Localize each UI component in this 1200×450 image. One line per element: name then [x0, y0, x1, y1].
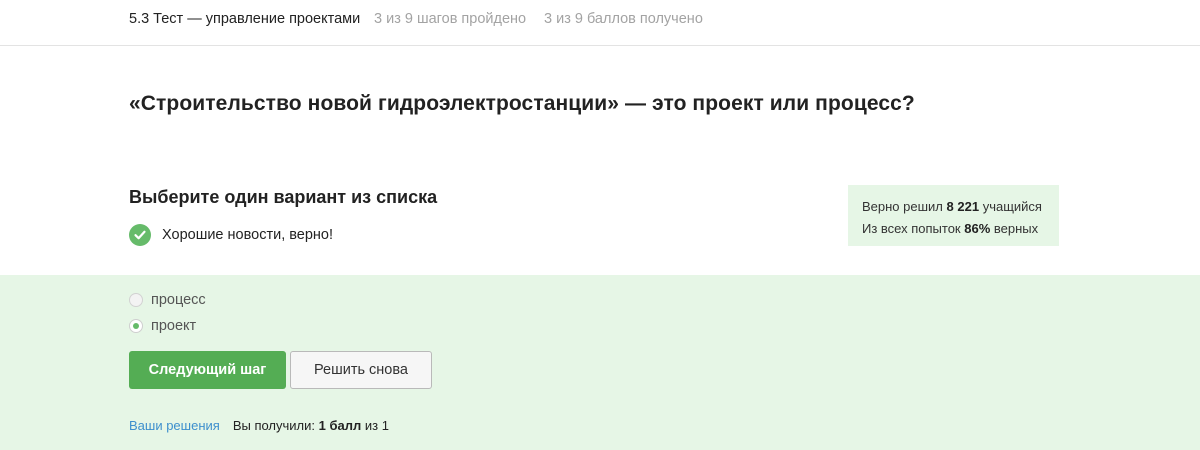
check-circle-icon: [129, 224, 151, 246]
instruction-heading: Выберите один вариант из списка: [129, 187, 438, 207]
feedback-text: Хорошие новости, верно!: [162, 227, 334, 243]
stats-box: Верно решил 8 221 учащийся Из всех попыт…: [848, 185, 1059, 246]
stats-solved-prefix: Верно решил: [862, 199, 943, 214]
radio-dot: [133, 323, 139, 329]
retry-button[interactable]: Решить снова: [290, 351, 432, 389]
your-solutions-link[interactable]: Ваши решения: [129, 418, 220, 433]
top-bar: 5.3 Тест — управление проектами 3 из 9 ш…: [0, 0, 1200, 46]
option-label: проект: [151, 318, 197, 334]
result-prefix: Вы получили:: [232, 418, 316, 433]
radio-button-selected[interactable]: [129, 319, 143, 333]
question-title: «Строительство новой гидроэлектростанции…: [129, 92, 915, 115]
lesson-title[interactable]: 5.3 Тест — управление проектами: [129, 11, 360, 27]
stats-percent-suffix: верных: [993, 221, 1039, 236]
stats-solved-suffix: учащийся: [982, 199, 1042, 214]
next-step-button[interactable]: Следующий шаг: [129, 351, 286, 389]
feedback-message: Хорошие новости, верно!: [129, 224, 333, 246]
stats-percent-prefix: Из всех попыток: [862, 221, 961, 236]
option-project[interactable]: проект: [129, 317, 196, 335]
answer-area: процесс проект Следующий шаг Решить снов…: [0, 275, 1200, 450]
steps-progress: 3 из 9 шагов пройдено: [374, 11, 527, 27]
stats-percent-line: Из всех попыток 86% верных: [862, 218, 1059, 240]
radio-button[interactable]: [129, 293, 143, 307]
option-label: процесс: [151, 292, 206, 308]
points-progress: 3 из 9 баллов получено: [544, 11, 703, 27]
result-line: Ваши решения Вы получили: 1 балл из 1: [129, 418, 389, 433]
result-score: 1 балл: [318, 418, 362, 433]
stats-percent-value: 86%: [964, 221, 991, 236]
result-suffix: из 1: [364, 418, 389, 433]
option-process[interactable]: процесс: [129, 291, 206, 309]
stats-solved-count: 8 221: [946, 199, 980, 214]
stats-solved-line: Верно решил 8 221 учащийся: [862, 196, 1059, 218]
